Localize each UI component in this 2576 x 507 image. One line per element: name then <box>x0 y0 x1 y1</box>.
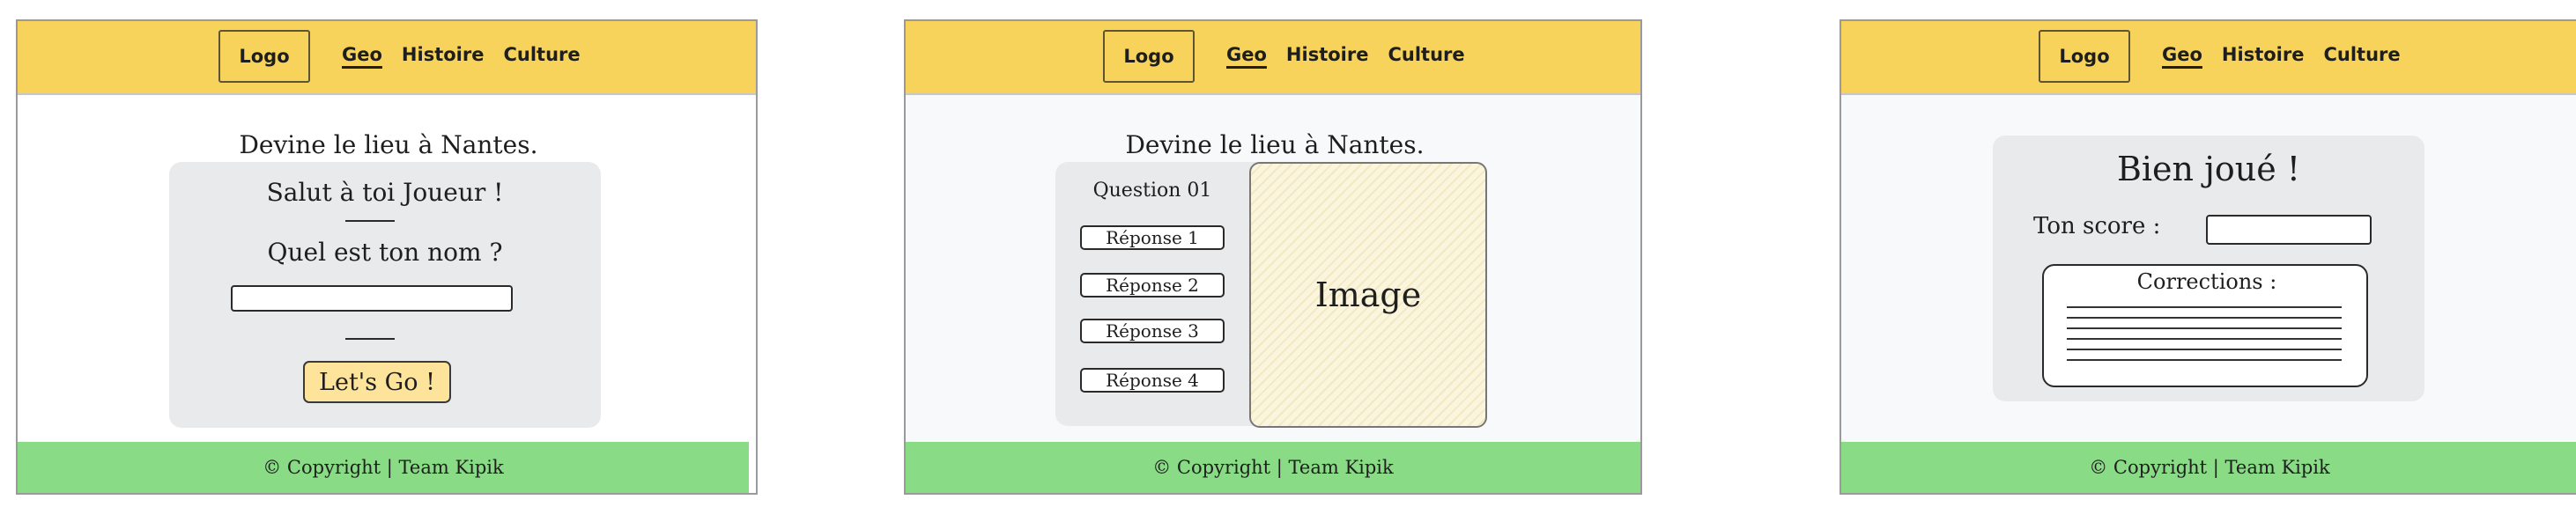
screen-question: Logo Geo Histoire Culture Devine le lieu… <box>904 19 1642 495</box>
welcome-card: Salut à toi Joueur ! Quel est ton nom ? … <box>169 162 601 428</box>
logo[interactable]: Logo <box>2039 30 2130 83</box>
main-content: Bien joué ! Ton score : Corrections : <box>1841 95 2576 493</box>
main-content: Devine le lieu à Nantes. Question 01 Rép… <box>906 95 1640 493</box>
nav-item-culture[interactable]: Culture <box>2323 44 2400 65</box>
correction-line <box>2067 359 2342 361</box>
question-label: Question 01 <box>1092 180 1212 202</box>
correction-line <box>2067 349 2342 350</box>
lets-go-button[interactable]: Let's Go ! <box>303 361 451 403</box>
logo[interactable]: Logo <box>218 30 310 83</box>
nav-menu: Geo Histoire Culture <box>2162 44 2401 65</box>
footer: © Copyright | Team Kipik <box>18 442 749 493</box>
correction-line <box>2067 327 2342 329</box>
main-content: Devine le lieu à Nantes. Salut à toi Jou… <box>18 95 756 493</box>
header: Logo Geo Histoire Culture <box>18 21 756 95</box>
answer-button-4[interactable]: Réponse 4 <box>1080 368 1225 393</box>
page-subtitle: Devine le lieu à Nantes. <box>239 130 538 159</box>
image-placeholder: Image <box>1249 162 1487 428</box>
nav-item-geo[interactable]: Geo <box>2162 44 2202 65</box>
screen-results: Logo Geo Histoire Culture Bien joué ! To… <box>1839 19 2576 495</box>
correction-line <box>2067 306 2342 308</box>
nav-item-geo[interactable]: Geo <box>1226 44 1267 65</box>
header: Logo Geo Histoire Culture <box>906 21 1640 95</box>
nav-item-geo[interactable]: Geo <box>342 44 382 65</box>
name-question: Quel est ton nom ? <box>267 238 503 267</box>
answer-button-2[interactable]: Réponse 2 <box>1080 273 1225 298</box>
corrections-label: Corrections : <box>2136 269 2277 294</box>
page-subtitle: Devine le lieu à Nantes. <box>1125 130 1425 159</box>
nav-item-histoire[interactable]: Histoire <box>2222 44 2305 65</box>
nav-menu: Geo Histoire Culture <box>342 44 581 65</box>
nav-item-histoire[interactable]: Histoire <box>402 44 485 65</box>
name-input[interactable] <box>231 285 513 312</box>
nav-item-histoire[interactable]: Histoire <box>1286 44 1369 65</box>
nav-item-culture[interactable]: Culture <box>503 44 580 65</box>
score-field <box>2206 215 2372 245</box>
footer: © Copyright | Team Kipik <box>1841 442 2576 493</box>
greeting-text: Salut à toi Joueur ! <box>266 178 504 207</box>
footer: © Copyright | Team Kipik <box>906 442 1640 493</box>
image-label: Image <box>1314 276 1422 314</box>
correction-line <box>2067 338 2342 340</box>
screen-welcome: Logo Geo Histoire Culture Devine le lieu… <box>16 19 758 495</box>
nav-menu: Geo Histoire Culture <box>1226 44 1465 65</box>
results-card: Bien joué ! Ton score : Corrections : <box>1993 136 2424 401</box>
result-title: Bien joué ! <box>2116 150 2301 188</box>
answer-button-1[interactable]: Réponse 1 <box>1080 225 1225 250</box>
divider <box>345 338 395 340</box>
correction-line <box>2067 317 2342 319</box>
corrections-box: Corrections : <box>2042 264 2368 387</box>
header: Logo Geo Histoire Culture <box>1841 21 2576 95</box>
logo[interactable]: Logo <box>1103 30 1195 83</box>
divider <box>345 220 395 222</box>
answer-button-3[interactable]: Réponse 3 <box>1080 319 1225 343</box>
score-label: Ton score : <box>2033 213 2161 239</box>
nav-item-culture[interactable]: Culture <box>1388 44 1464 65</box>
